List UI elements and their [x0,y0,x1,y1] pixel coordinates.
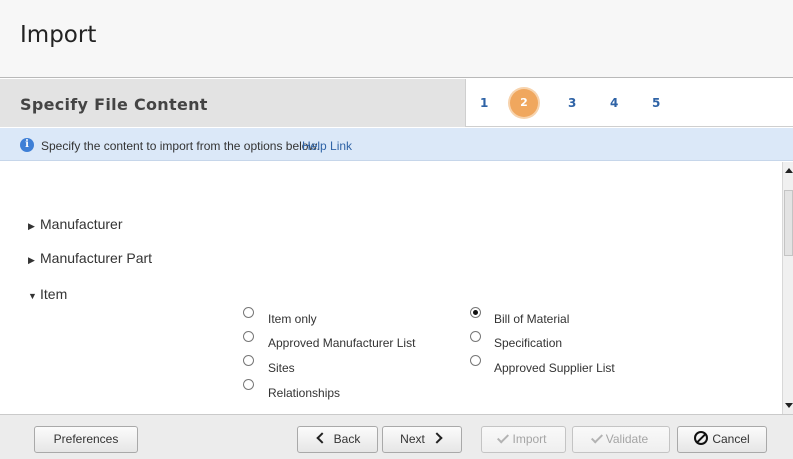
step-title-panel: Specify File Content [0,79,466,127]
radio-sites[interactable] [243,355,254,366]
expand-triangle-icon: ▶ [28,221,35,231]
next-button[interactable]: Next [382,426,462,453]
scroll-up-arrow-icon[interactable] [785,168,793,173]
option-label-item-only[interactable]: Item only [268,312,317,326]
window-header: Import [0,0,793,78]
radio-bill-of-material[interactable] [470,307,481,318]
tree-item-item[interactable]: ▼ Item [28,286,67,302]
option-label-specification[interactable]: Specification [494,336,562,350]
chevron-right-icon [431,432,443,444]
expand-triangle-icon: ▶ [28,255,35,265]
import-button-label: Import [512,432,547,446]
option-label-bill-of-material[interactable]: Bill of Material [494,312,569,326]
scroll-down-arrow-icon[interactable] [785,403,793,408]
step-title: Specify File Content [20,95,208,114]
option-label-approved-supplier-list[interactable]: Approved Supplier List [494,361,615,375]
info-icon: i [20,138,34,152]
tree-item-label: Item [40,286,68,302]
option-label-sites[interactable]: Sites [268,361,295,375]
checkmark-icon [497,431,510,444]
content-scrollbar[interactable] [782,162,793,414]
step-5[interactable]: 5 [652,96,660,110]
tree-item-manufacturer[interactable]: ▶ Manufacturer [28,216,122,232]
step-1[interactable]: 1 [480,96,488,110]
radio-approved-supplier-list[interactable] [470,355,481,366]
checkmark-icon [590,431,603,444]
validate-button-label: Validate [605,432,649,446]
step-3[interactable]: 3 [568,96,576,110]
next-button-label: Next [400,432,425,446]
tree-item-manufacturer-part[interactable]: ▶ Manufacturer Part [28,250,152,266]
info-message: Specify the content to import from the o… [41,139,320,153]
import-button[interactable]: Import [481,426,566,453]
content-panel: ▶ Manufacturer ▶ Manufacturer Part ▼ Item I… [0,162,782,414]
cancel-button[interactable]: Cancel [677,426,767,453]
radio-relationships[interactable] [243,379,254,390]
step-header: Specify File Content 1 2 3 4 5 [0,79,793,127]
back-button[interactable]: Back [297,426,378,453]
footer-toolbar: Preferences Back Next Import Validate Ca… [0,414,793,459]
cancel-button-label: Cancel [712,432,750,446]
tree-item-label: Manufacturer Part [40,250,153,266]
validate-button[interactable]: Validate [572,426,670,453]
scroll-thumb[interactable] [784,190,793,256]
option-label-approved-manufacturer-list[interactable]: Approved Manufacturer List [268,336,415,350]
back-button-label: Back [333,432,361,446]
help-link[interactable]: Help Link [302,139,352,153]
radio-approved-manufacturer-list[interactable] [243,331,254,342]
step-4[interactable]: 4 [610,96,618,110]
collapse-triangle-icon: ▼ [28,291,37,301]
tree-item-label: Manufacturer [40,216,123,232]
step-2-current[interactable]: 2 [510,89,538,117]
option-label-relationships[interactable]: Relationships [268,386,340,400]
cancel-circle-icon [694,431,709,446]
radio-item-only[interactable] [243,307,254,318]
window-title: Import [20,22,97,48]
preferences-button[interactable]: Preferences [34,426,138,453]
radio-specification[interactable] [470,331,481,342]
info-bar: i Specify the content to import from the… [0,128,793,161]
chevron-left-icon [315,432,328,444]
